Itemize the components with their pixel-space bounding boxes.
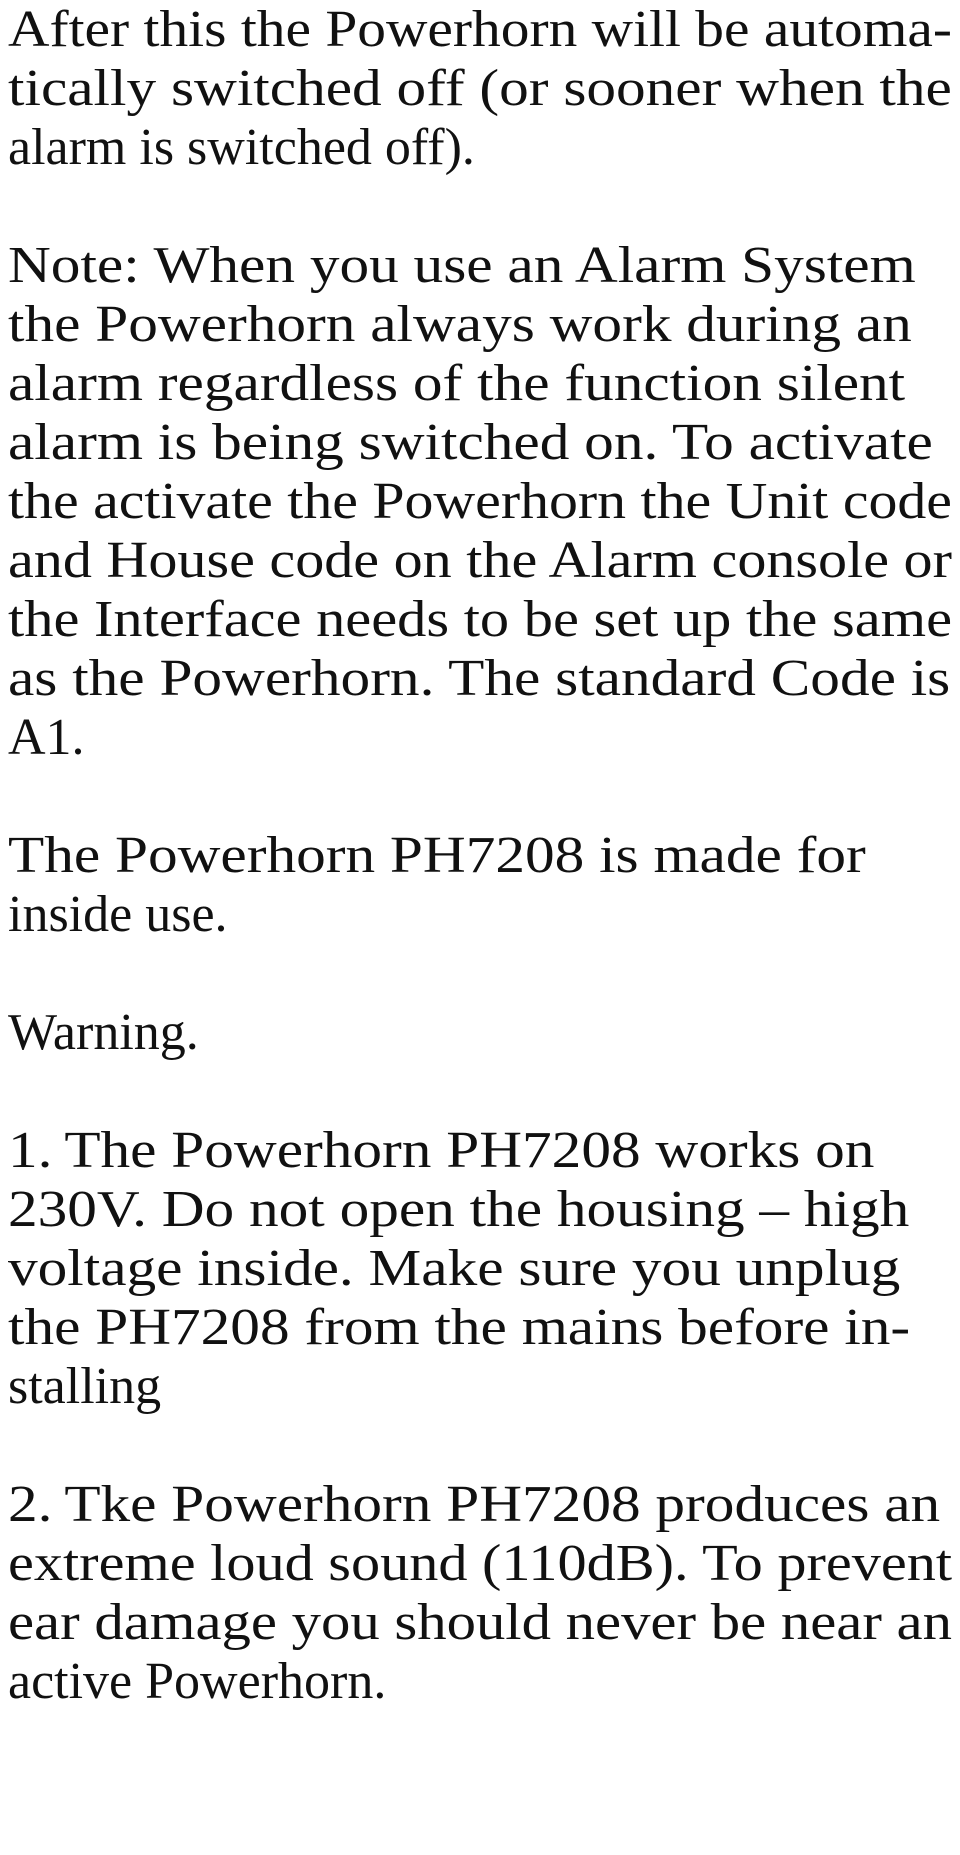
document-text-body: After this the Powerhorn will be automa-…	[8, 0, 952, 1711]
text-line-content: inside use.	[8, 886, 228, 943]
warning-list-item: 1. The Powerhorn PH7208 works on 230V. Do…	[8, 1121, 952, 1416]
text-line: and House code on the Alarm console or	[8, 531, 952, 590]
text-line: Note: When you use an Alarm System	[8, 236, 952, 295]
text-line: alarm is switched off).	[8, 118, 952, 177]
text-line: active Powerhorn.	[8, 1652, 952, 1711]
text-line-content: After this the Powerhorn will be automa-	[8, 1, 952, 58]
text-line-content: Warning.	[8, 1004, 199, 1061]
text-line: extreme loud sound (110dB). To prevent	[8, 1534, 952, 1593]
text-line: tically switched off (or sooner when the	[8, 59, 952, 118]
text-line: as the Powerhorn. The standard Code is	[8, 649, 952, 708]
text-line-content: 230V. Do not open the housing – high	[8, 1181, 910, 1238]
text-line-content: and House code on the Alarm console or	[8, 532, 952, 589]
text-line-content: A1.	[8, 709, 85, 766]
text-line: A1.	[8, 708, 952, 767]
body-paragraph: After this the Powerhorn will be automa-…	[8, 0, 952, 177]
text-line: the activate the Powerhorn the Unit code	[8, 472, 952, 531]
text-line-content: extreme loud sound (110dB). To prevent	[8, 1535, 953, 1592]
text-line: the PH7208 from the mains before in-	[8, 1298, 952, 1357]
text-line: voltage inside. Make sure you unplug	[8, 1239, 952, 1298]
text-line: ear damage you should never be near an	[8, 1593, 952, 1652]
text-line: inside use.	[8, 885, 952, 944]
text-line: 230V. Do not open the housing – high	[8, 1180, 952, 1239]
text-line-content: the Interface needs to be set up the sam…	[8, 591, 953, 648]
text-line: 2. Tke Powerhorn PH7208 produces an	[8, 1475, 952, 1534]
text-line-content: active Powerhorn.	[8, 1653, 387, 1710]
text-line-content: 1. The Powerhorn PH7208 works on	[8, 1122, 875, 1179]
body-paragraph: Note: When you use an Alarm System the Po…	[8, 236, 952, 767]
text-line-content: 2. Tke Powerhorn PH7208 produces an	[8, 1476, 941, 1533]
text-line-content: the Powerhorn always work during an	[8, 296, 912, 353]
text-line: The Powerhorn PH7208 is made for	[8, 826, 952, 885]
text-line-content: alarm is being switched on. To activate	[8, 414, 933, 471]
section-heading: Warning.	[8, 1003, 952, 1062]
text-line: the Powerhorn always work during an	[8, 295, 952, 354]
text-line-content: alarm regardless of the function silent	[8, 355, 906, 412]
text-line-content: ear damage you should never be near an	[8, 1594, 952, 1651]
text-line: After this the Powerhorn will be automa-	[8, 0, 952, 59]
text-line: the Interface needs to be set up the sam…	[8, 590, 952, 649]
warning-list-item: 2. Tke Powerhorn PH7208 produces an extre…	[8, 1475, 952, 1711]
text-line: alarm regardless of the function silent	[8, 354, 952, 413]
document-page: After this the Powerhorn will be automa-…	[0, 0, 960, 1855]
text-line: 1. The Powerhorn PH7208 works on	[8, 1121, 952, 1180]
text-line: Warning.	[8, 1003, 952, 1062]
text-line-content: the PH7208 from the mains before in-	[8, 1299, 911, 1356]
text-line: alarm is being switched on. To activate	[8, 413, 952, 472]
text-line-content: Note: When you use an Alarm System	[8, 237, 916, 294]
body-paragraph: The Powerhorn PH7208 is made for inside u…	[8, 826, 952, 944]
text-line-content: alarm is switched off).	[8, 119, 475, 176]
text-line-content: The Powerhorn PH7208 is made for	[8, 827, 866, 884]
text-line-content: as the Powerhorn. The standard Code is	[8, 650, 951, 707]
text-line-content: the activate the Powerhorn the Unit code	[8, 473, 952, 530]
text-line: stalling	[8, 1357, 952, 1416]
text-line-content: stalling	[8, 1358, 162, 1415]
text-line-content: voltage inside. Make sure you unplug	[8, 1240, 901, 1297]
text-line-content: tically switched off (or sooner when the	[8, 60, 952, 117]
